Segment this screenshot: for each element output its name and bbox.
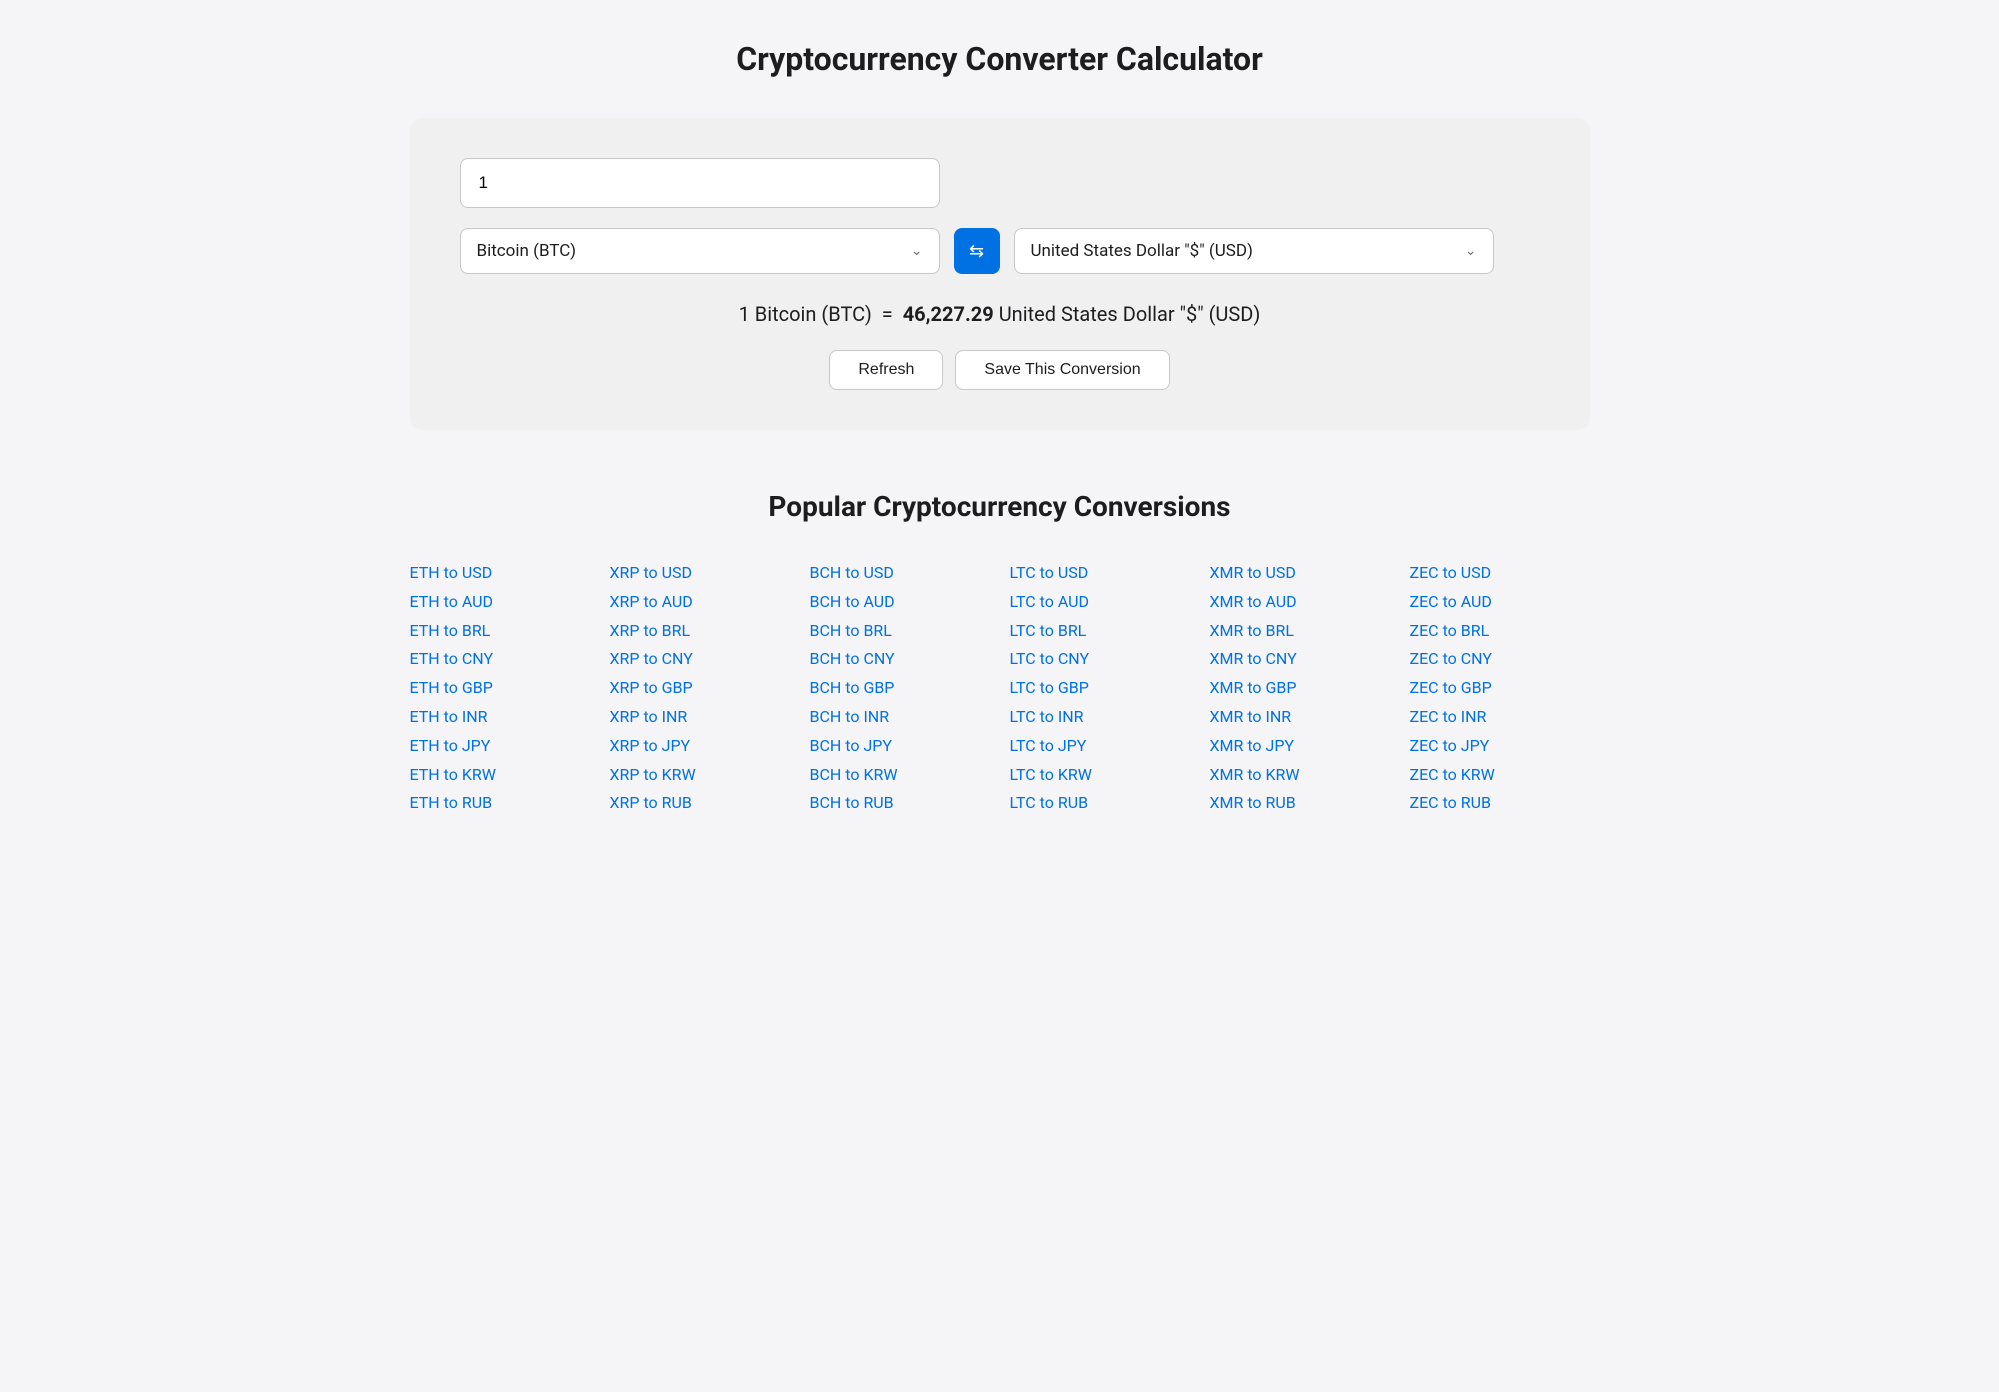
conversion-link[interactable]: XMR to INR <box>1210 703 1390 732</box>
conversion-link[interactable]: XMR to BRL <box>1210 617 1390 646</box>
conversion-link[interactable]: XMR to CNY <box>1210 645 1390 674</box>
conversion-link[interactable]: XRP to JPY <box>610 732 790 761</box>
page-title: Cryptocurrency Converter Calculator <box>410 40 1590 78</box>
conversion-link[interactable]: LTC to AUD <box>1010 588 1190 617</box>
converter-card: Bitcoin (BTC) ⌄ ⇆ United States Dollar "… <box>410 118 1590 430</box>
from-currency-chevron-icon: ⌄ <box>911 243 923 259</box>
conversion-link[interactable]: XRP to BRL <box>610 617 790 646</box>
conversion-link[interactable]: XRP to RUB <box>610 789 790 818</box>
conversion-link[interactable]: LTC to INR <box>1010 703 1190 732</box>
conversion-link[interactable]: ETH to GBP <box>410 674 590 703</box>
result-row: 1 Bitcoin (BTC) = 46,227.29 United State… <box>460 302 1540 326</box>
conversion-link[interactable]: ZEC to KRW <box>1410 761 1590 790</box>
to-currency-chevron-icon: ⌄ <box>1465 243 1477 259</box>
conversion-link[interactable]: XMR to KRW <box>1210 761 1390 790</box>
conversion-link[interactable]: LTC to RUB <box>1010 789 1190 818</box>
conversion-link[interactable]: LTC to USD <box>1010 559 1190 588</box>
conversions-grid: ETH to USDETH to AUDETH to BRLETH to CNY… <box>410 559 1590 818</box>
refresh-button[interactable]: Refresh <box>829 350 943 390</box>
conversion-link[interactable]: ETH to AUD <box>410 588 590 617</box>
conversion-link[interactable]: LTC to BRL <box>1010 617 1190 646</box>
conversion-link[interactable]: ETH to INR <box>410 703 590 732</box>
conversion-link[interactable]: BCH to CNY <box>810 645 990 674</box>
conversion-link[interactable]: ZEC to USD <box>1410 559 1590 588</box>
conversion-link[interactable]: LTC to GBP <box>1010 674 1190 703</box>
conversion-link[interactable]: ZEC to RUB <box>1410 789 1590 818</box>
conversion-link[interactable]: LTC to JPY <box>1010 732 1190 761</box>
conversion-link[interactable]: ETH to CNY <box>410 645 590 674</box>
conversion-link[interactable]: XMR to AUD <box>1210 588 1390 617</box>
conversion-link[interactable]: BCH to BRL <box>810 617 990 646</box>
result-amount: 46,227.29 <box>903 302 994 326</box>
conversion-link[interactable]: ETH to JPY <box>410 732 590 761</box>
conversion-link[interactable]: BCH to AUD <box>810 588 990 617</box>
swap-icon: ⇆ <box>969 241 984 262</box>
from-currency-select[interactable]: Bitcoin (BTC) ⌄ <box>460 228 940 274</box>
swap-button[interactable]: ⇆ <box>954 228 1000 274</box>
conversion-link[interactable]: BCH to INR <box>810 703 990 732</box>
conversion-link[interactable]: ETH to RUB <box>410 789 590 818</box>
conversion-link[interactable]: XRP to CNY <box>610 645 790 674</box>
column-ltc: LTC to USDLTC to AUDLTC to BRLLTC to CNY… <box>1010 559 1190 818</box>
result-equals: = <box>877 302 903 326</box>
conversion-link[interactable]: XRP to GBP <box>610 674 790 703</box>
from-currency-label: Bitcoin (BTC) <box>477 241 911 261</box>
conversion-link[interactable]: BCH to KRW <box>810 761 990 790</box>
result-from-text: 1 Bitcoin (BTC) <box>739 302 872 326</box>
conversion-link[interactable]: ZEC to JPY <box>1410 732 1590 761</box>
conversion-link[interactable]: XMR to JPY <box>1210 732 1390 761</box>
column-bch: BCH to USDBCH to AUDBCH to BRLBCH to CNY… <box>810 559 990 818</box>
column-xmr: XMR to USDXMR to AUDXMR to BRLXMR to CNY… <box>1210 559 1390 818</box>
conversion-link[interactable]: ZEC to AUD <box>1410 588 1590 617</box>
column-zec: ZEC to USDZEC to AUDZEC to BRLZEC to CNY… <box>1410 559 1590 818</box>
selectors-row: Bitcoin (BTC) ⌄ ⇆ United States Dollar "… <box>460 228 1540 274</box>
conversion-link[interactable]: BCH to RUB <box>810 789 990 818</box>
popular-section-title: Popular Cryptocurrency Conversions <box>410 490 1590 523</box>
conversion-link[interactable]: XRP to INR <box>610 703 790 732</box>
conversion-link[interactable]: BCH to GBP <box>810 674 990 703</box>
amount-input[interactable] <box>460 158 940 208</box>
conversion-link[interactable]: LTC to CNY <box>1010 645 1190 674</box>
to-currency-select[interactable]: United States Dollar "$" (USD) ⌄ <box>1014 228 1494 274</box>
actions-row: Refresh Save This Conversion <box>460 350 1540 390</box>
conversion-link[interactable]: ZEC to GBP <box>1410 674 1590 703</box>
column-xrp: XRP to USDXRP to AUDXRP to BRLXRP to CNY… <box>610 559 790 818</box>
conversion-link[interactable]: ZEC to INR <box>1410 703 1590 732</box>
conversion-link[interactable]: XRP to USD <box>610 559 790 588</box>
save-conversion-button[interactable]: Save This Conversion <box>955 350 1169 390</box>
conversion-link[interactable]: LTC to KRW <box>1010 761 1190 790</box>
column-eth: ETH to USDETH to AUDETH to BRLETH to CNY… <box>410 559 590 818</box>
result-currency-text: United States Dollar "$" (USD) <box>999 302 1261 326</box>
to-currency-label: United States Dollar "$" (USD) <box>1031 241 1465 261</box>
conversion-link[interactable]: XMR to RUB <box>1210 789 1390 818</box>
conversion-link[interactable]: BCH to JPY <box>810 732 990 761</box>
conversion-link[interactable]: ETH to BRL <box>410 617 590 646</box>
conversion-link[interactable]: XMR to GBP <box>1210 674 1390 703</box>
conversion-link[interactable]: ETH to KRW <box>410 761 590 790</box>
conversion-link[interactable]: BCH to USD <box>810 559 990 588</box>
conversion-link[interactable]: XMR to USD <box>1210 559 1390 588</box>
conversion-link[interactable]: XRP to AUD <box>610 588 790 617</box>
conversion-link[interactable]: XRP to KRW <box>610 761 790 790</box>
conversion-link[interactable]: ETH to USD <box>410 559 590 588</box>
conversion-link[interactable]: ZEC to BRL <box>1410 617 1590 646</box>
conversion-link[interactable]: ZEC to CNY <box>1410 645 1590 674</box>
